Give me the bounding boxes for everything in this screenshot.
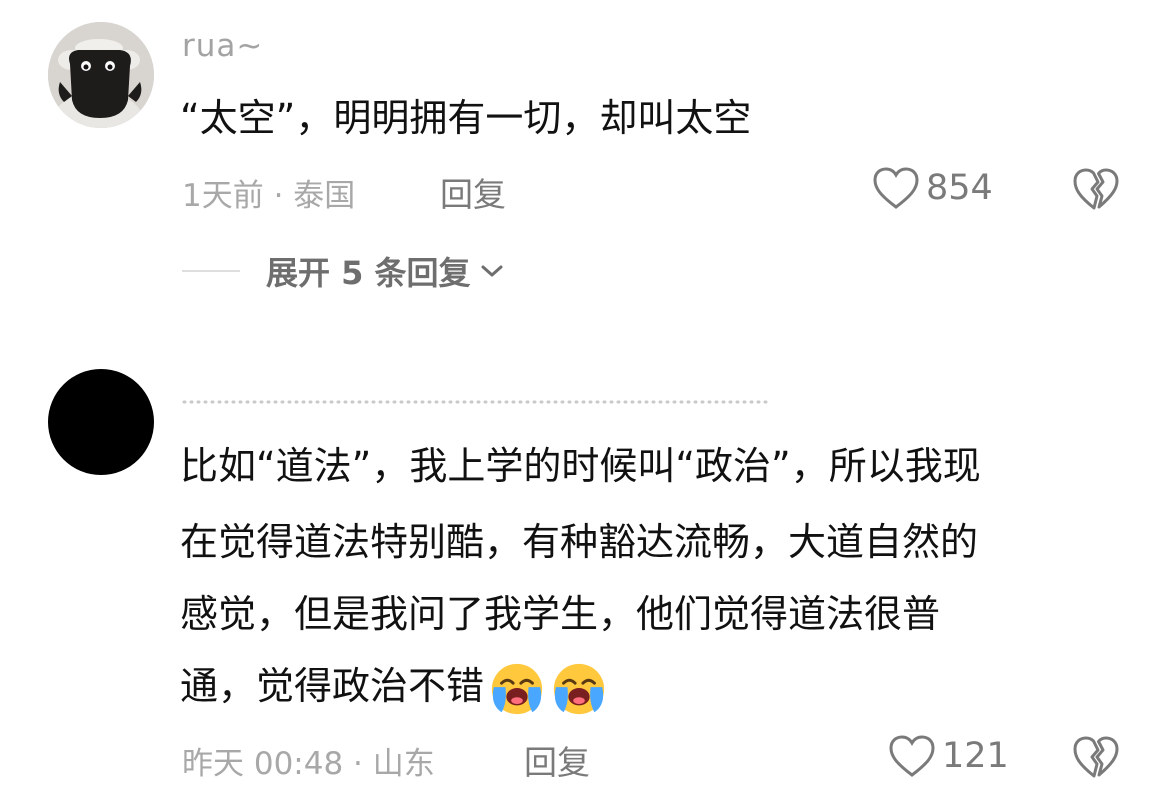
comment-text-line: 比如“道法”，我上学的时候叫“政治”，所以我现 bbox=[180, 444, 981, 488]
hidden-username-dots bbox=[182, 400, 772, 404]
expand-replies[interactable]: 展开 5 条回复 bbox=[182, 248, 505, 294]
broken-heart-icon[interactable] bbox=[1072, 166, 1120, 212]
loudly-crying-face-icon bbox=[491, 663, 543, 714]
like-button[interactable]: 121 bbox=[888, 734, 1009, 778]
avatar[interactable] bbox=[48, 369, 154, 475]
reply-button[interactable]: 回复 bbox=[440, 168, 506, 216]
avatar[interactable] bbox=[48, 22, 154, 128]
reply-button[interactable]: 回复 bbox=[524, 736, 590, 784]
like-count: 854 bbox=[926, 168, 993, 208]
username[interactable]: rua~ bbox=[182, 28, 263, 64]
comment-text-line-with-emoji: 通，觉得政治不错 bbox=[180, 650, 608, 722]
broken-heart-icon[interactable] bbox=[1072, 734, 1120, 780]
chevron-down-icon bbox=[481, 265, 503, 277]
heart-icon bbox=[873, 167, 919, 209]
loudly-crying-face-icon bbox=[553, 663, 605, 714]
comment-text-line: 通，觉得政治不错 bbox=[180, 664, 485, 708]
comment-text-line: 在觉得道法特别酷，有种豁达流畅，大道自然的 bbox=[180, 520, 979, 564]
like-button[interactable]: 854 bbox=[872, 166, 993, 210]
comment-time-location: 昨天 00:48 · 山东 bbox=[182, 746, 435, 782]
comment-text: “太空”，明明拥有一切，却叫太空 bbox=[180, 96, 752, 140]
heart-icon bbox=[889, 735, 935, 777]
comment-time-location: 1天前 · 泰国 bbox=[182, 178, 356, 214]
like-count: 121 bbox=[942, 736, 1009, 776]
expand-replies-label: 展开 5 条回复 bbox=[266, 254, 471, 292]
comment-text-line: 感觉，但是我问了我学生，他们觉得道法很普 bbox=[180, 592, 941, 636]
sheep-avatar-image bbox=[48, 22, 154, 128]
divider-line bbox=[182, 270, 240, 272]
